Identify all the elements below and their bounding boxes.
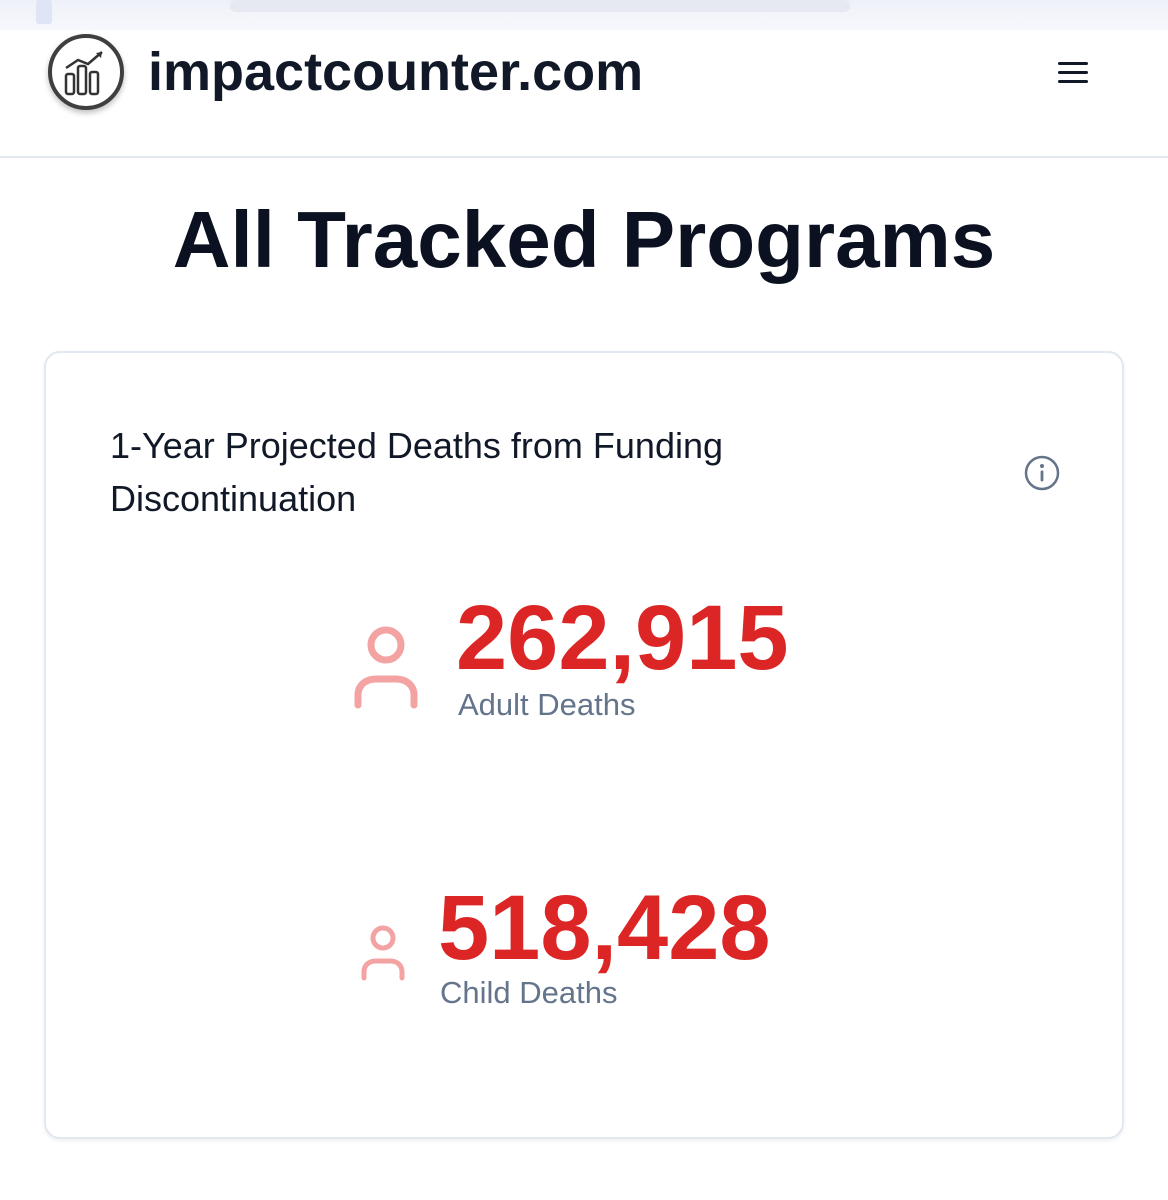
person-icon xyxy=(361,925,405,981)
site-logo[interactable] xyxy=(48,34,124,110)
menu-button[interactable] xyxy=(1048,52,1098,92)
person-icon xyxy=(354,626,418,709)
child-deaths-stat: 518,428 Child Deaths xyxy=(438,873,771,1013)
adult-deaths-stat: 262,915 Adult Deaths xyxy=(456,583,789,725)
deaths-card: 1-Year Projected Deaths from Funding Dis… xyxy=(44,351,1124,1139)
hamburger-menu-icon xyxy=(1058,62,1088,83)
info-icon[interactable] xyxy=(1022,453,1062,493)
card-title: 1-Year Projected Deaths from Funding Dis… xyxy=(110,425,724,519)
site-header: impactcounter.com xyxy=(0,0,1168,158)
page-title: All Tracked Programs xyxy=(172,195,996,284)
adult-deaths-value: 262,915 xyxy=(456,587,789,689)
site-name[interactable]: impactcounter.com xyxy=(148,40,643,104)
child-deaths-value: 518,428 xyxy=(438,877,771,979)
chart-logo-icon xyxy=(64,51,103,96)
